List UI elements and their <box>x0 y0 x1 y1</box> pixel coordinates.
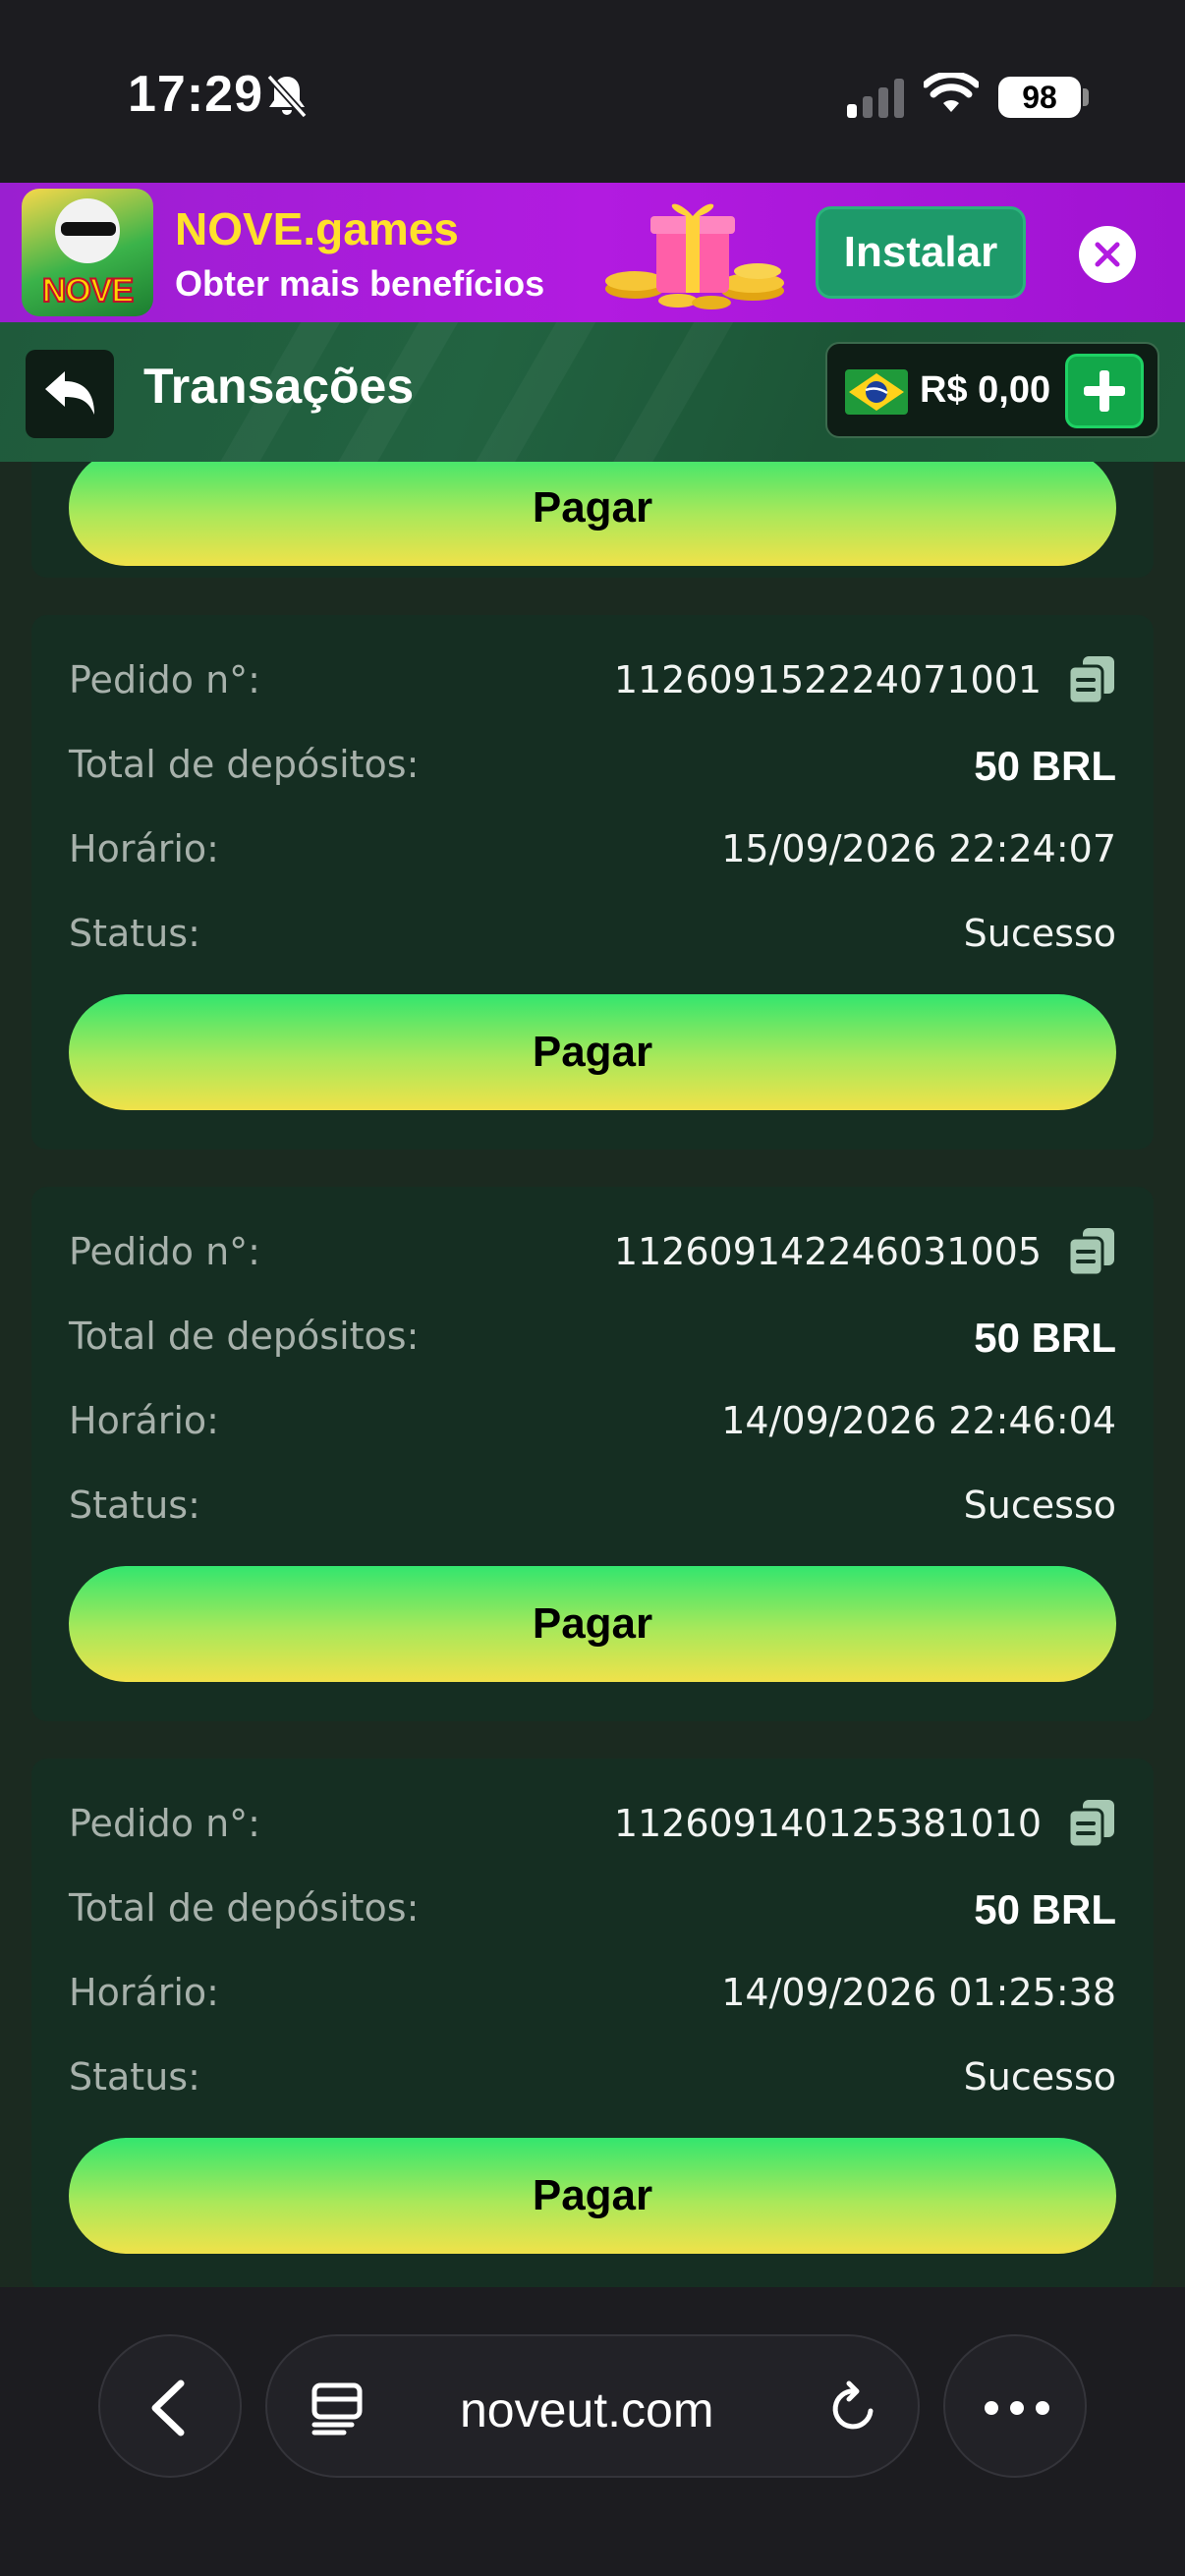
brazil-flag-icon <box>845 369 908 415</box>
promo-title: NOVE.games <box>175 203 459 254</box>
total-row: Total de depósitos: 50 BRL <box>69 1876 1116 1961</box>
total-label: Total de depósitos: <box>69 1886 420 1930</box>
browser-toolbar: noveut.com <box>0 2287 1185 2576</box>
copy-icon[interactable] <box>1067 1798 1116 1849</box>
status-time: 17:29 <box>128 66 263 123</box>
app-logo: NOVE <box>22 189 153 316</box>
install-promo-banner[interactable]: NOVE NOVE.games Obter mais benefícios In… <box>0 183 1185 322</box>
status-label: Status: <box>69 1484 200 1527</box>
promo-subtitle: Obter mais benefícios <box>175 263 545 304</box>
total-amount: 50 BRL <box>974 1315 1116 1361</box>
total-label: Total de depósitos: <box>69 1315 420 1358</box>
transaction-time: 15/09/2026 22:24:07 <box>721 827 1116 870</box>
order-row: Pedido n°: 112609140125381010 <box>69 1792 1116 1876</box>
time-row: Horário: 14/09/2026 01:25:38 <box>69 1961 1116 2045</box>
order-number: 112609142246031005 <box>613 1230 1042 1273</box>
order-number: 112609140125381010 <box>613 1802 1042 1845</box>
url-text[interactable]: noveut.com <box>460 2381 713 2438</box>
time-row: Horário: 15/09/2026 22:24:07 <box>69 817 1116 902</box>
back-button[interactable] <box>26 350 114 438</box>
order-row: Pedido n°: 112609152224071001 <box>69 648 1116 733</box>
time-label: Horário: <box>69 827 219 870</box>
transaction-card: Pedido n°: 112609142246031005 Total de d… <box>31 1187 1154 1721</box>
time-label: Horário: <box>69 1399 219 1442</box>
wifi-icon <box>924 73 979 112</box>
status-label: Status: <box>69 2055 200 2099</box>
back-arrow-icon <box>45 371 94 415</box>
total-amount: 50 BRL <box>974 743 1116 789</box>
transaction-status: Sucesso <box>963 912 1116 955</box>
order-number: 112609152224071001 <box>613 658 1042 701</box>
install-button[interactable]: Instalar <box>816 206 1026 299</box>
pay-button[interactable]: Pagar <box>69 2138 1116 2254</box>
transaction-card: Pedido n°: 112609152224071001 Total de d… <box>31 615 1154 1149</box>
status-label: Status: <box>69 912 200 955</box>
transaction-time: 14/09/2026 22:46:04 <box>721 1399 1116 1442</box>
order-row: Pedido n°: 112609142246031005 <box>69 1220 1116 1305</box>
deposit-button[interactable] <box>1065 354 1144 428</box>
status-row: Status: Sucesso <box>69 1474 1116 1558</box>
more-icon <box>985 2401 1049 2415</box>
copy-icon[interactable] <box>1067 654 1116 705</box>
transaction-time: 14/09/2026 01:25:38 <box>721 1971 1116 2014</box>
address-bar[interactable]: noveut.com <box>265 2334 920 2478</box>
status-row: Status: Sucesso <box>69 2045 1116 2130</box>
order-label: Pedido n°: <box>69 1802 260 1845</box>
transactions-list[interactable]: Pagar Pedido n°: 112609152224071001 Tota… <box>0 462 1185 2287</box>
transaction-card: Pedido n°: 112609140125381010 Total de d… <box>31 1759 1154 2287</box>
browser-back-button[interactable] <box>98 2334 242 2478</box>
balance-amount: R$ 0,00 <box>920 369 1051 411</box>
chevron-left-icon <box>151 2380 185 2436</box>
gift-coins-icon <box>605 203 784 309</box>
pay-button[interactable]: Pagar <box>69 462 1116 566</box>
total-row: Total de depósitos: 50 BRL <box>69 1305 1116 1389</box>
page-header: Transações R$ 0,00 <box>0 322 1185 462</box>
total-amount: 50 BRL <box>974 1886 1116 1932</box>
transaction-status: Sucesso <box>963 2055 1116 2099</box>
status-bar: 17:29 98 <box>0 0 1185 183</box>
order-label: Pedido n°: <box>69 658 260 701</box>
close-promo-button[interactable] <box>1079 226 1136 283</box>
total-row: Total de depósitos: 50 BRL <box>69 733 1116 817</box>
order-label: Pedido n°: <box>69 1230 260 1273</box>
close-icon <box>1095 242 1120 267</box>
battery-icon: 98 <box>998 77 1081 118</box>
reload-icon[interactable] <box>825 2378 884 2436</box>
time-label: Horário: <box>69 1971 219 2014</box>
tabs-icon[interactable] <box>309 2380 366 2436</box>
time-row: Horário: 14/09/2026 22:46:04 <box>69 1389 1116 1474</box>
wallet-balance: R$ 0,00 <box>825 342 1159 438</box>
status-row: Status: Sucesso <box>69 902 1116 986</box>
page-title: Transações <box>143 359 415 414</box>
more-options-button[interactable] <box>943 2334 1087 2478</box>
battery-tip <box>1083 88 1089 106</box>
signal-icon <box>847 79 904 118</box>
transaction-status: Sucesso <box>963 1484 1116 1527</box>
pay-button[interactable]: Pagar <box>69 1566 1116 1682</box>
transaction-card: Pagar <box>31 462 1154 578</box>
plus-icon <box>1084 370 1125 412</box>
bell-muted-icon <box>266 74 308 119</box>
app-logo-text: NOVE <box>41 271 135 310</box>
total-label: Total de depósitos: <box>69 743 420 786</box>
copy-icon[interactable] <box>1067 1226 1116 1277</box>
pay-button[interactable]: Pagar <box>69 994 1116 1110</box>
